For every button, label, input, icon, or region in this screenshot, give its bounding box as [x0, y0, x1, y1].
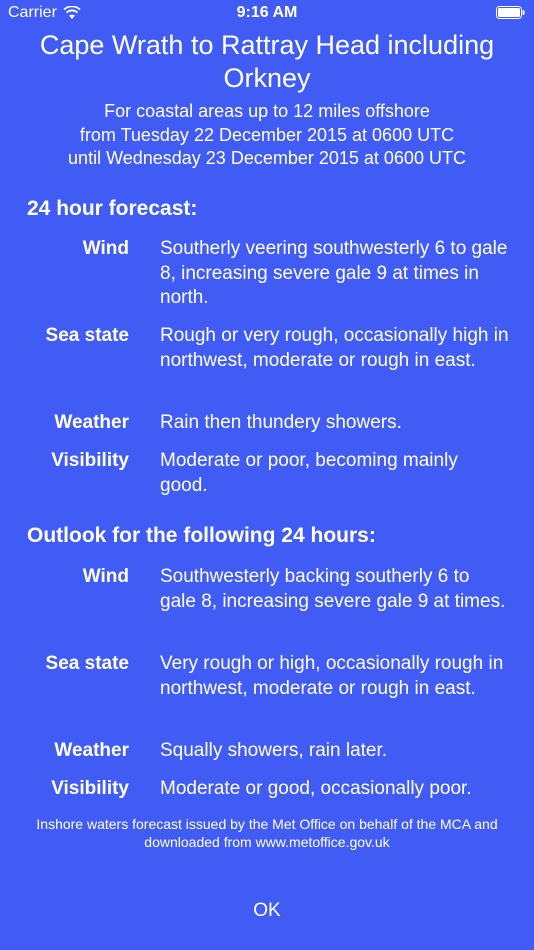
row-value: Squally showers, rain later.: [160, 740, 388, 761]
row-value: Rough or very rough, occasionally high i…: [160, 325, 509, 371]
row-value: Very rough or high, occasionally rough i…: [160, 653, 504, 699]
row-label: Sea state: [45, 325, 129, 346]
row-label: Sea state: [45, 653, 129, 674]
row-value: Southwesterly backing southerly 6 to gal…: [160, 566, 506, 612]
status-bar: Carrier 9:16 AM: [0, 0, 534, 28]
source-footnote: Inshore waters forecast issued by the Me…: [36, 816, 498, 850]
row-value: Southerly veering southwesterly 6 to gal…: [160, 238, 508, 308]
status-time: 9:16 AM: [236, 4, 298, 21]
subtitle-line: from Tuesday 22 December 2015 at 0600 UT…: [79, 124, 455, 145]
page-title: Cape Wrath to Rattray Head including Ork…: [16, 29, 518, 95]
title-line: Orkney: [223, 63, 311, 93]
subtitle-line: until Wednesday 23 December 2015 at 0600…: [68, 148, 466, 168]
row-label: Wind: [82, 566, 129, 587]
row-label: Weather: [54, 740, 129, 761]
row-label: Visibility: [51, 778, 129, 799]
row-label: Visibility: [51, 450, 129, 471]
outlook-heading: Outlook for the following 24 hours:: [27, 524, 376, 547]
title-line: Cape Wrath to Rattray Head including: [39, 30, 495, 60]
row-value: Moderate or poor, becoming mainly good.: [160, 450, 458, 496]
row-value: Rain then thundery showers.: [160, 412, 402, 433]
ok-button[interactable]: OK: [217, 895, 317, 927]
forecast-period: For coastal areas up to 12 miles offshor…: [16, 100, 518, 171]
row-label: Weather: [54, 412, 129, 433]
subtitle-line: For coastal areas up to 12 miles offshor…: [104, 101, 430, 121]
battery-icon: [496, 6, 526, 19]
row-value: Moderate or good, occasionally poor.: [160, 778, 472, 799]
forecast-heading: 24 hour forecast:: [27, 197, 198, 220]
row-label: Wind: [82, 238, 129, 259]
